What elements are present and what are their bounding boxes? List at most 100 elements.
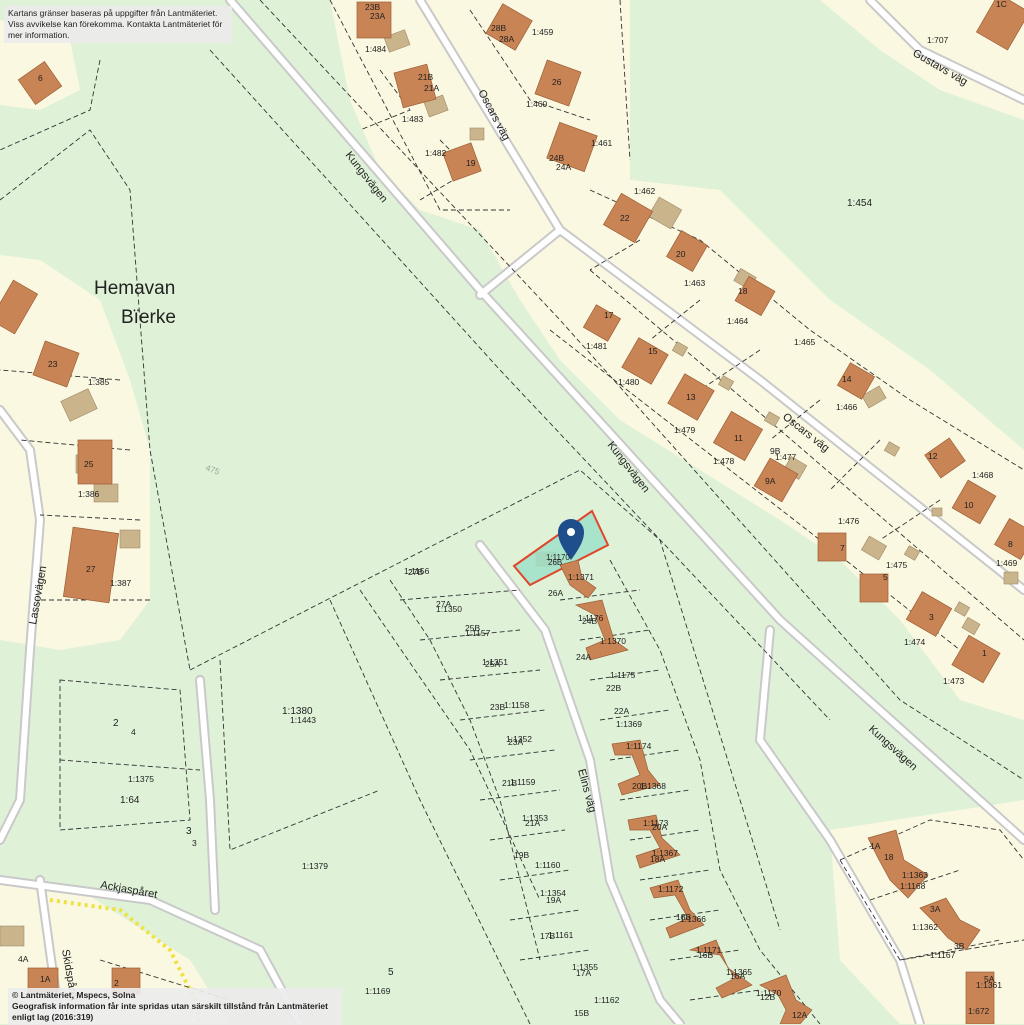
map-label: 5 [388,967,394,978]
map-label: 1:481 [586,341,608,351]
map-label: 21A [424,83,439,93]
map-label: 21B [418,72,433,82]
map-label: 7 [840,543,845,553]
map-label: 1:1162 [594,995,620,1005]
map-label: 1:1157 [465,628,491,638]
map-label: 1:1158 [504,700,530,710]
map-label: 3 [929,612,934,622]
map-label: 1:483 [402,114,424,124]
map-label: 1:1368 [640,781,666,791]
map-label: 1:1443 [290,715,316,725]
map-label: 10 [964,500,974,510]
selected-property-house: 26B [548,558,562,567]
map-label: 4A [18,954,29,964]
map-label: 14 [842,374,852,384]
map-label: 1:1168 [900,881,926,891]
map-label: 1:478 [713,456,735,466]
map-label: 1:1161 [548,930,574,940]
map-label: 8 [1008,539,1013,549]
map-label: 1:479 [674,425,696,435]
map-label: 25A [485,659,500,669]
map-label: 5 [883,572,888,582]
disclaimer-line: Viss avvikelse kan förekomma. Kontakta L… [8,19,223,40]
map-label: 18 [884,852,894,862]
map-label: 1:476 [838,516,860,526]
map-label: 1:480 [618,377,640,387]
map-label: 1C [996,0,1007,9]
map-label: 28B [491,23,506,33]
map-label: 1 [982,648,987,658]
map-label: 26A [548,588,563,598]
map-label: 1:387 [110,578,132,588]
map-label: 22 [620,213,630,223]
map-label: 1A [870,841,881,851]
map-label: 24A [556,162,571,172]
map-label: 1:474 [904,637,926,647]
map-label: 23 [48,359,58,369]
map-label: 1:386 [78,489,100,499]
map-label: 3 [186,826,192,837]
map-label: 1:1172 [658,884,684,894]
map-label: 15B [574,1008,589,1018]
map-label: 18 [738,286,748,296]
map-label: 1:385 [88,377,110,387]
map-label: 1:466 [836,402,858,412]
map-label: 1:1369 [616,719,642,729]
map-label: 1:1350 [436,604,462,614]
map-label: 1:1371 [568,572,594,582]
map-label: 1:461 [591,138,613,148]
place-name-sami: Bïerke [121,307,176,328]
map-label: 1:1174 [626,741,652,751]
map-label: 24B [582,616,597,626]
map-label: 1:464 [727,316,749,326]
map-label: 1:475 [886,560,908,570]
map-label: 12A [792,1010,807,1020]
map-label: 1:1175 [610,670,636,680]
map-label: 1:463 [684,278,706,288]
map-label: 1:484 [365,44,387,54]
map-label: 1:1363 [902,870,928,880]
map-label: 20A [652,822,667,832]
map-label: 21A [525,818,540,828]
map-label: 9A [765,476,776,486]
map-label: 1:460 [526,99,548,109]
map-label: 2 [114,978,119,988]
map-label: 1:469 [996,558,1018,568]
map-label: 1:473 [943,676,965,686]
map-label: 17 [604,310,614,320]
place-name: Hemavan [94,278,175,299]
map-label: 1:459 [532,27,554,37]
map-label: 20 [676,249,686,259]
map-label: 13 [686,392,696,402]
map-label: 1:1362 [912,922,938,932]
map-label: 23A [508,737,523,747]
map-label: 15 [648,346,658,356]
map-label: 3A [930,904,941,914]
map-label: 17A [576,968,591,978]
copyright-notice: © Lantmäteriet, Mspecs, Solna Geografisk… [8,988,342,1025]
map-label: 19B [514,850,529,860]
map-label: 1:1160 [535,860,561,870]
copyright-line: Geografisk information får inte spridas … [12,1001,328,1022]
map-label: 16B [698,950,713,960]
map-label: 1:465 [794,337,816,347]
map-label: 22A [614,706,629,716]
map-label: 12 [928,451,938,461]
map-label: 11 [734,433,743,443]
map-label: 22B [606,683,621,693]
map-label: 1:1366 [680,914,706,924]
map-label: 24A [576,652,591,662]
map-label: 1:672 [968,1006,990,1016]
map-label: 25 [84,459,94,469]
map-label: 1:707 [927,35,949,45]
property-map[interactable]: Kungsvägen Kungsvägen Kungsvägen Oscars … [0,0,1024,1024]
map-label: 1:1361 [976,980,1002,990]
map-label: 1:1159 [510,777,536,787]
map-label: 1:454 [847,198,872,209]
map-label: 1:1167 [930,950,956,960]
map-label: 1A [40,974,51,984]
map-label: 27B [408,567,423,577]
map-label: 18A [650,854,665,864]
map-label: 2 [113,718,119,729]
map-label: 19 [466,158,476,168]
